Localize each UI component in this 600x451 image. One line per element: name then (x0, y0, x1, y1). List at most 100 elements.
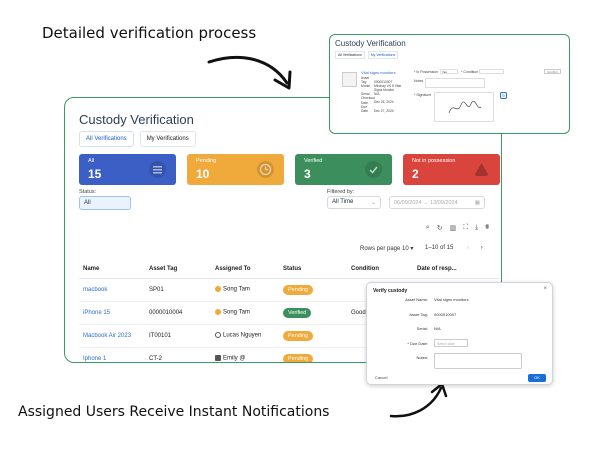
rows-per-page[interactable]: Rows per page 10 ▾ (360, 245, 413, 252)
notes-textarea[interactable] (434, 353, 522, 369)
asset-name-label: Asset Name: (405, 297, 428, 302)
avatar (215, 309, 221, 316)
info-value: Dec 27, 2024 (374, 108, 394, 113)
status-cell: Pending (279, 278, 347, 302)
tabs: All Verifications My Verifications (79, 131, 196, 147)
search-icon[interactable]: ⌕ (426, 224, 430, 232)
curved-arrow-icon (207, 55, 292, 90)
refresh-icon[interactable]: ↻ (500, 92, 507, 99)
columns-icon[interactable]: ▥ (450, 224, 457, 232)
asset-tag: IT00101 (145, 324, 211, 348)
rows-per-page-value: 10 (402, 246, 409, 252)
assignee-name: Song Tam (223, 309, 250, 316)
detail-asset-name[interactable]: Vital signs monitors (361, 70, 396, 75)
check-icon (365, 161, 382, 178)
assigned-to: Song Tam (211, 278, 279, 302)
rows-per-page-label: Rows per page (360, 246, 401, 252)
pagination: 1–10 of 15 ‹ › (425, 245, 483, 251)
column-header[interactable]: Date of resp... (413, 260, 499, 279)
info-key: Asset Tag (361, 76, 370, 85)
refresh-icon[interactable]: ↻ (437, 224, 443, 232)
date-range-picker[interactable]: 06/09/2024 → 13/09/2024 ▦ (389, 196, 485, 209)
stat-card-pending[interactable]: Pending 10 (187, 154, 284, 185)
assigned-to: Emily @ (211, 347, 279, 362)
stat-label: Verified (304, 158, 323, 164)
condition-label: * Condition (461, 70, 479, 74)
confirm-button[interactable]: Confirm (544, 69, 561, 74)
clock-icon (257, 161, 274, 178)
notes-label: Notes (414, 79, 424, 83)
filter-icon[interactable]: ⩩ (485, 224, 489, 232)
pagination-range: 1–10 of 15 (425, 245, 454, 251)
tab-all-verifications[interactable]: All Verifications (79, 131, 134, 147)
asset-tag: SP01 (145, 278, 211, 302)
chevron-down-icon: ⌄ (370, 200, 376, 206)
table-header-row: Name Asset Tag Assigned To Status Condit… (79, 260, 499, 279)
assigned-to: Lucas Nguyen (211, 324, 279, 348)
status-badge: Verified (283, 307, 312, 318)
tab-all-verifications[interactable]: All Verifications (335, 51, 365, 59)
stat-card-not-in-possession[interactable]: Not in possession 2 (403, 154, 500, 185)
status-cell: Pending (279, 347, 347, 362)
filter-label: Filtered by: (327, 189, 355, 195)
avatar (215, 355, 221, 362)
in-possession-select[interactable]: Yes (440, 69, 458, 74)
cancel-button[interactable]: Cancel (375, 375, 387, 380)
ok-button[interactable]: OK (528, 374, 546, 382)
due-date-placeholder: Select date (437, 342, 455, 346)
page-title: Custody Verification (79, 112, 194, 127)
stat-value: 2 (412, 167, 419, 181)
caption-notifications: Assigned Users Receive Instant Notificat… (18, 404, 330, 420)
stat-value: 10 (196, 167, 210, 181)
due-date-picker[interactable]: Select date (434, 339, 468, 347)
tab-my-verifications[interactable]: My Verifications (139, 131, 196, 147)
modal-title: Verify custody (373, 288, 408, 294)
status-cell: Verified (279, 301, 347, 325)
verification-detail-window: Custody Verification All Verifications M… (329, 34, 570, 134)
assignee-name: Emily @ (223, 355, 246, 362)
status-label: Status: (79, 189, 97, 195)
stat-value: 3 (304, 167, 311, 181)
column-header[interactable]: Asset Tag (145, 260, 211, 279)
asset-name-link[interactable]: Macbook Air 2023 (79, 324, 145, 348)
assignee-name: Song Tam (223, 286, 250, 293)
avatar (215, 286, 221, 293)
column-header[interactable]: Name (79, 260, 145, 279)
date-start: 06/09/2024 (394, 200, 422, 206)
prev-page-icon[interactable]: ‹ (467, 245, 469, 251)
fullscreen-icon[interactable]: ⛶ (463, 224, 468, 232)
asset-tag: 0000010004 (145, 301, 211, 325)
asset-thumbnail (342, 72, 357, 87)
asset-name-link[interactable]: macbook (79, 278, 145, 302)
in-possession-label: * In Possession (414, 70, 439, 74)
signature-drawing (448, 100, 482, 114)
list-icon (149, 161, 166, 178)
asset-name-link[interactable]: Iphone 1 (79, 347, 145, 362)
status-cell: Pending (279, 324, 347, 348)
status-select[interactable]: All (79, 196, 131, 210)
download-icon[interactable]: ⤓ (475, 224, 478, 232)
close-icon[interactable]: × (543, 286, 547, 292)
signature-pad[interactable] (434, 92, 494, 122)
serial-value: N/A (434, 326, 441, 331)
next-page-icon[interactable]: › (481, 245, 483, 251)
asset-name-link[interactable]: iPhone 15 (79, 301, 145, 325)
notes-field[interactable] (425, 78, 485, 88)
date-arrow: → (423, 200, 429, 206)
tab-my-verifications[interactable]: My Verifications (367, 51, 399, 59)
stat-card-all[interactable]: All 15 (79, 154, 176, 185)
column-header[interactable]: Condition (347, 260, 413, 279)
condition-select[interactable] (479, 69, 504, 74)
stat-label: Pending (196, 158, 217, 164)
column-header[interactable]: Status (279, 260, 347, 279)
assignee-name: Lucas Nguyen (223, 332, 262, 339)
asset-tag-value: 0000010007 (434, 312, 457, 317)
stat-card-verified[interactable]: Verified 3 (295, 154, 392, 185)
time-filter-select[interactable]: All Time ⌄ (327, 196, 381, 209)
detail-tabs: All Verifications My Verifications (335, 51, 399, 59)
caption-detailed-verification: Detailed verification process (42, 24, 257, 42)
signature-label: * Signature (414, 93, 432, 97)
serial-label: Serial: (416, 326, 428, 331)
column-header[interactable]: Assigned To (211, 260, 279, 279)
date-end: 13/09/2024 (430, 200, 458, 206)
